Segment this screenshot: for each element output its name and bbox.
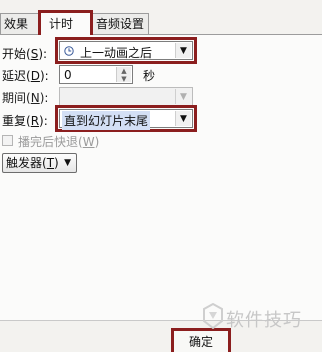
stepper-arrows[interactable]: ▲ ▼ — [116, 67, 131, 82]
repeat-dropdown[interactable]: 直到幻灯片末尾 ▼ — [55, 105, 197, 132]
duration-label: 期间(N): — [2, 91, 49, 105]
start-accesskey: S — [30, 47, 39, 61]
chevron-down-icon[interactable]: ▼ — [175, 89, 191, 104]
start-label: 开始(S): — [2, 47, 48, 61]
delay-unit: 秒 — [143, 69, 156, 83]
watermark-text: 软件技巧 — [226, 310, 302, 331]
repeat-dropdown-value: 直到幻灯片末尾 — [62, 111, 151, 130]
tab-effect[interactable]: 效果 — [0, 13, 40, 34]
trigger-accesskey: T — [46, 156, 55, 170]
duration-label-text: 期间 — [2, 91, 27, 105]
timing-panel: 开始(S): 上一动画之后 ▼ 延迟(D): 0 ▲ ▼ 秒 期间(N): ▼ … — [0, 35, 322, 320]
chevron-down-icon[interactable]: ▼ — [175, 43, 191, 58]
delay-label-text: 延迟 — [2, 69, 27, 83]
watermark-logo-icon — [203, 303, 223, 329]
tab-audio-settings[interactable]: 音频设置 — [92, 13, 149, 34]
start-dropdown-value: 上一动画之后 — [80, 46, 153, 60]
delay-value: 0 — [64, 68, 72, 82]
repeat-accesskey: R — [30, 114, 40, 128]
tab-timing[interactable]: 计时 — [38, 10, 93, 35]
tab-effect-label: 效果 — [4, 17, 29, 31]
delay-stepper[interactable]: 0 ▲ ▼ — [59, 65, 133, 84]
rewind-accesskey: W — [82, 135, 95, 149]
rewind-checkbox[interactable] — [2, 135, 13, 146]
trigger-button[interactable]: 触发器(T) ▼ — [2, 153, 77, 173]
ok-button[interactable]: 确定 — [171, 328, 231, 352]
stepper-up-icon[interactable]: ▲ — [117, 67, 131, 75]
trigger-label: 触发器 — [6, 156, 43, 170]
duration-dropdown[interactable]: ▼ — [59, 87, 193, 106]
chevron-down-icon[interactable]: ▼ — [175, 111, 191, 126]
start-dropdown[interactable]: 上一动画之后 ▼ — [55, 37, 197, 64]
duration-accesskey: N — [30, 91, 40, 105]
tab-audio-settings-label: 音频设置 — [96, 17, 145, 31]
repeat-label: 重复(R): — [2, 114, 48, 128]
tab-timing-label: 计时 — [49, 17, 74, 31]
rewind-label: 播完后快退(W) — [18, 135, 100, 149]
clock-icon — [64, 45, 74, 56]
delay-accesskey: D — [30, 69, 40, 83]
start-label-text: 开始 — [2, 47, 27, 61]
delay-label: 延迟(D): — [2, 69, 49, 83]
tab-strip: 效果 计时 音频设置 — [0, 0, 322, 35]
stepper-down-icon[interactable]: ▼ — [117, 75, 131, 83]
chevron-down-icon: ▼ — [64, 158, 71, 168]
repeat-label-text: 重复 — [2, 114, 27, 128]
ok-button-label: 确定 — [188, 335, 213, 349]
rewind-label-text: 播完后快退 — [18, 135, 79, 149]
